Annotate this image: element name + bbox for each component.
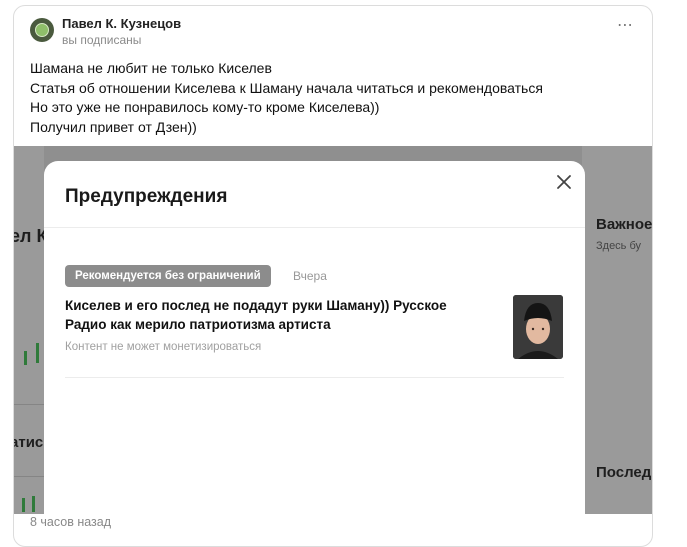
- post-text-line: Получил привет от Дзен)): [30, 118, 197, 135]
- item-divider: [65, 377, 564, 378]
- background-right-panel: [582, 146, 652, 514]
- item-date: Вчера: [293, 269, 327, 283]
- post-text: Шамана не любит не только Киселев Статья…: [30, 59, 630, 137]
- warnings-modal: Предупреждения Рекомендуется без огранич…: [44, 161, 585, 514]
- post-text-line: Но это уже не понравилось кому-то кроме …: [30, 99, 380, 115]
- background-chart-bar: [24, 351, 27, 365]
- post-timestamp: 8 часов назад: [30, 515, 112, 529]
- more-options-icon[interactable]: ⋯: [617, 18, 634, 34]
- background-chart-bar: [32, 496, 35, 512]
- background-text-fragment: ел К: [14, 226, 48, 246]
- subscription-status: вы подписаны: [62, 33, 142, 47]
- avatar-image: [35, 23, 49, 37]
- background-text-fragment: Важное: [596, 216, 652, 233]
- background-left-panel: [14, 146, 44, 514]
- article-title[interactable]: Киселев и его послед не подадут руки Шам…: [65, 296, 485, 334]
- background-divider: [14, 404, 44, 405]
- background-text-fragment: атис: [14, 434, 44, 451]
- post-text-line: Статья об отношении Киселева к Шаману на…: [30, 79, 543, 96]
- background-chart-bar: [36, 343, 39, 363]
- modal-divider: [44, 227, 585, 228]
- author-avatar[interactable]: [30, 18, 54, 42]
- background-chart-bar: [22, 498, 25, 512]
- modal-title: Предупреждения: [65, 186, 228, 207]
- article-thumbnail[interactable]: [513, 295, 563, 359]
- post-text-line: Шамана не любит не только Киселев: [30, 60, 272, 76]
- background-divider: [14, 476, 44, 477]
- status-badge: Рекомендуется без ограничений: [65, 265, 271, 287]
- background-text-fragment: Здесь бу: [596, 240, 642, 252]
- post-card: Павел К. Кузнецов вы подписаны ⋯ Шамана …: [13, 5, 653, 547]
- close-icon[interactable]: [553, 171, 575, 193]
- author-name[interactable]: Павел К. Кузнецов: [62, 16, 181, 31]
- attached-screenshot[interactable]: ел К атис Важное Здесь бу Послед Предупр…: [14, 146, 652, 514]
- background-text-fragment: Послед: [596, 464, 652, 481]
- monetization-note: Контент не может монетизироваться: [65, 341, 262, 353]
